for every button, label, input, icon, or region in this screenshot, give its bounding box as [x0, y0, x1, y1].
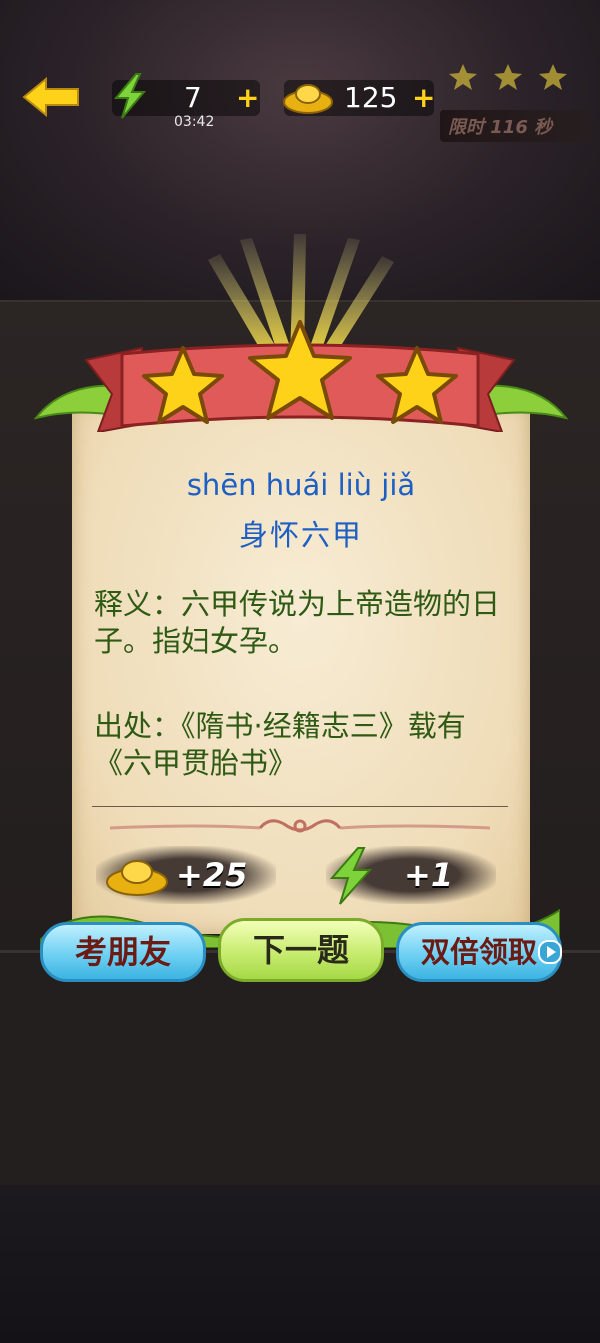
gold-ingot-icon — [283, 84, 333, 114]
progress-stars-icon — [449, 64, 567, 90]
energy-value: 7 — [184, 81, 202, 114]
star-icon — [142, 346, 224, 424]
gold-reward-value: +25 — [176, 856, 248, 894]
idiom-pinyin: shēn huái liù jiǎ — [186, 468, 416, 502]
add-energy-button[interactable]: + — [236, 80, 259, 116]
idiom-meaning: 释义：六甲传说为上帝造物的日子。指妇女孕。 — [94, 587, 501, 658]
idiom-source: 出处：《隋书·经籍志三》载有《六甲贯胎书》 — [94, 709, 466, 780]
energy-timer: 03:42 — [174, 114, 215, 130]
bottom-panel — [0, 950, 600, 1191]
quiz-friends-button[interactable]: 考朋友 — [40, 922, 206, 982]
lightning-icon — [329, 847, 373, 905]
back-arrow-icon — [22, 76, 79, 118]
divider — [92, 806, 508, 807]
ornament-icon — [109, 819, 491, 833]
back-button[interactable] — [22, 76, 80, 118]
add-gold-button[interactable]: + — [412, 80, 435, 116]
energy-reward-value: +1 — [404, 856, 454, 894]
next-question-button[interactable]: 下一题 — [218, 918, 384, 982]
background-footer — [0, 1185, 600, 1343]
idiom-title: 身怀六甲 — [238, 518, 363, 552]
gold-ingot-icon — [106, 860, 168, 896]
play-icon — [538, 940, 562, 964]
gold-value: 125 — [344, 81, 398, 114]
lightning-icon — [113, 73, 147, 119]
time-limit-text: 限时 116 秒 — [448, 117, 553, 138]
star-icon — [376, 346, 458, 424]
star-icon — [248, 320, 352, 420]
